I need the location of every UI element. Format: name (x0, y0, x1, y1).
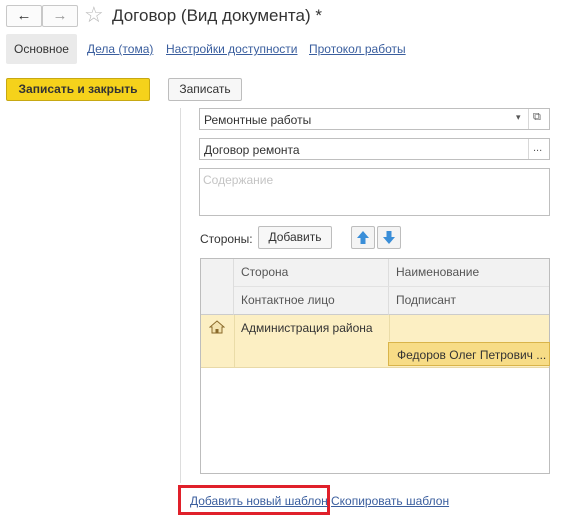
arrow-up-icon (357, 231, 369, 244)
table-header-icon-col (201, 259, 234, 315)
select-button[interactable]: ... (528, 139, 549, 159)
open-button[interactable]: ⧉ (528, 109, 549, 129)
move-down-button[interactable] (377, 226, 401, 249)
document-type-field[interactable]: Ремонтные работы ▾ ⧉ (199, 108, 550, 130)
ellipsis-icon: ... (533, 142, 543, 154)
save-button[interactable]: Записать (168, 78, 242, 101)
chevron-down-icon: ▾ (516, 112, 521, 122)
save-and-close-button[interactable]: Записать и закрыть (6, 78, 150, 101)
header-name[interactable]: Наименование (389, 259, 549, 287)
header-side[interactable]: Сторона (234, 259, 389, 287)
copy-template-link[interactable]: Скопировать шаблон (331, 494, 449, 508)
header-signer[interactable]: Подписант (389, 287, 549, 315)
tab-files[interactable]: Дела (тома) (87, 34, 153, 64)
organization-icon (209, 320, 225, 334)
content-textarea[interactable]: Содержание (199, 168, 550, 216)
tab-access-settings[interactable]: Настройки доступности (166, 34, 297, 64)
back-button[interactable]: ← (6, 5, 42, 27)
cell-signer: Федоров Олег Петрович ... (397, 348, 547, 362)
template-field[interactable]: Договор ремонта ... (199, 138, 550, 160)
tab-work-log[interactable]: Протокол работы (309, 34, 406, 64)
forward-button[interactable]: → (42, 5, 78, 27)
row-icon-cell (201, 315, 235, 367)
sides-label: Стороны: (200, 232, 253, 246)
open-link-icon: ⧉ (533, 111, 541, 123)
page-title: Договор (Вид документа) * (112, 6, 322, 25)
content-placeholder: Содержание (203, 173, 274, 187)
table-row[interactable]: Администрация района Федоров Олег Петров… (201, 315, 550, 368)
arrow-down-icon (383, 231, 395, 244)
cell-name[interactable] (389, 315, 550, 341)
sides-table[interactable]: Сторона Наименование Контактное лицо Под… (200, 258, 550, 474)
cell-contact[interactable] (234, 341, 389, 367)
header-contact[interactable]: Контактное лицо (234, 287, 389, 315)
cell-side: Администрация района (241, 321, 373, 335)
add-side-button[interactable]: Добавить (258, 226, 332, 249)
tab-main[interactable]: Основное (6, 34, 77, 64)
add-template-link[interactable]: Добавить новый шаблон (190, 494, 328, 508)
favorite-star-icon[interactable]: ☆ (84, 2, 104, 28)
template-value: Договор ремонта (204, 143, 300, 157)
dropdown-button[interactable]: ▾ (511, 109, 529, 129)
arrow-right-icon: → (52, 7, 68, 24)
signer-cell-editor[interactable]: Федоров Олег Петрович ... (388, 342, 550, 366)
arrow-left-icon: ← (16, 7, 32, 24)
move-up-button[interactable] (351, 226, 375, 249)
document-type-value: Ремонтные работы (204, 113, 312, 127)
